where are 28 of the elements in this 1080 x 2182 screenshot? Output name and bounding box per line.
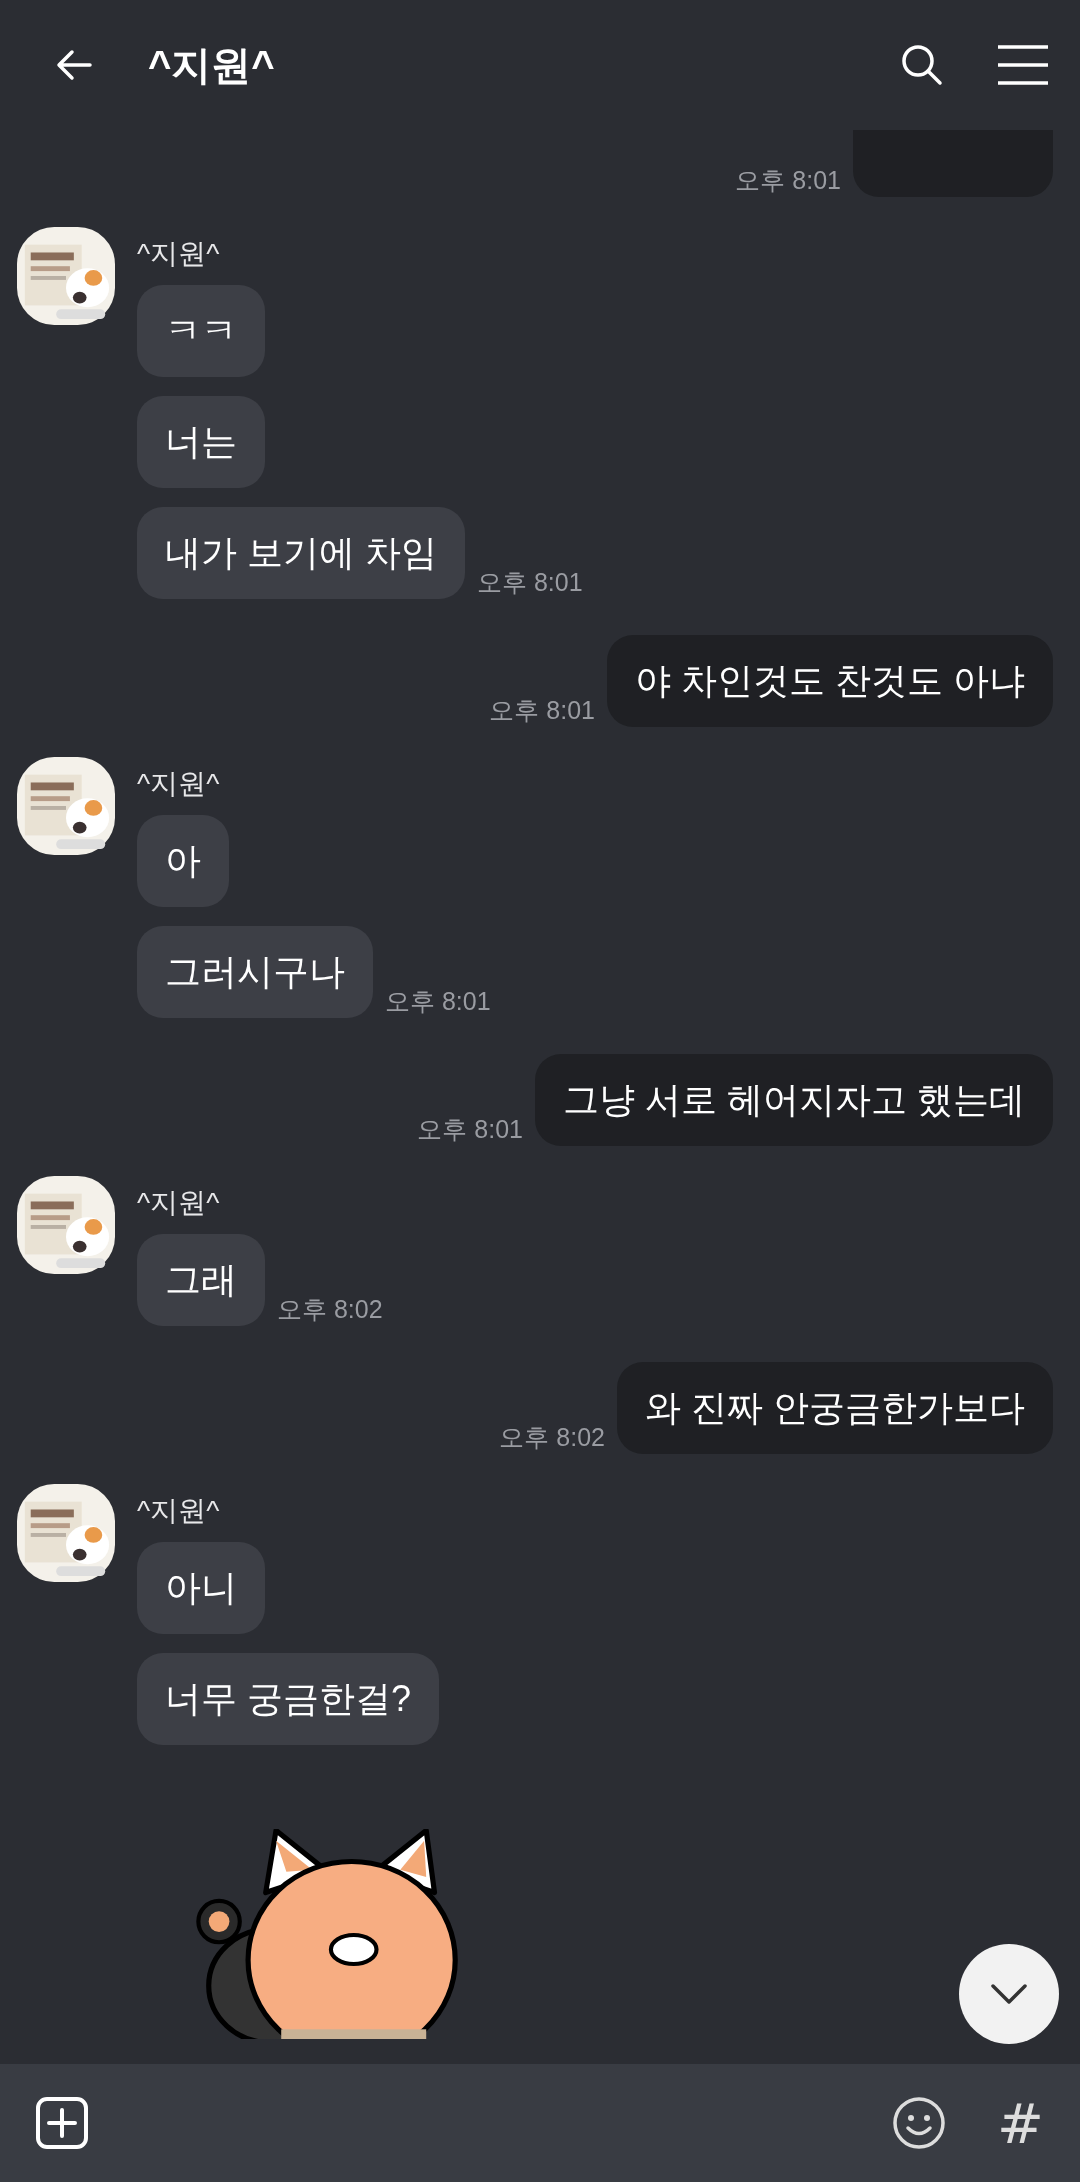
- menu-icon[interactable]: [996, 44, 1050, 86]
- plus-icon[interactable]: [34, 2095, 90, 2151]
- message-time: 오후 8:01: [417, 1114, 523, 1145]
- message-bubble: 그래: [137, 1234, 265, 1326]
- message-time: 오후 8:01: [735, 165, 841, 196]
- message-time: 오후 8:01: [385, 986, 491, 1017]
- message-bubble: 그러시구나: [137, 926, 373, 1018]
- sender-name: ^지원^: [137, 1186, 220, 1220]
- message-bubble: ㅋㅋ: [137, 285, 265, 377]
- message-bubble: 내가 보기에 차임: [137, 507, 465, 599]
- sender-name: ^지원^: [137, 1494, 220, 1528]
- message-bubble: 와 진짜 안궁금한가보다: [617, 1362, 1053, 1454]
- message-time: 오후 8:02: [499, 1422, 605, 1453]
- message-bubble: 그냥 서로 헤어지자고 했는데: [535, 1054, 1053, 1146]
- hashtag-button[interactable]: #: [991, 2090, 1050, 2156]
- message-bubble: 아니: [137, 1542, 265, 1634]
- message-bubble: 아: [137, 815, 229, 907]
- sender-name: ^지원^: [137, 237, 220, 271]
- smiley-icon[interactable]: [891, 2095, 948, 2151]
- sender-name: ^지원^: [137, 767, 220, 801]
- message-time: 오후 8:01: [489, 695, 595, 726]
- message-time: 오후 8:01: [477, 567, 583, 598]
- message-time: 오후 8:02: [277, 1294, 383, 1325]
- message-bubble: 너무 궁금한걸?: [137, 1653, 440, 1745]
- chevron-down-icon: [989, 1982, 1029, 2006]
- chat-title: ^지원^: [148, 41, 276, 89]
- message-bubble: 야 차인것도 찬것도 아냐: [607, 635, 1053, 727]
- message-bubble: 너는: [137, 396, 265, 488]
